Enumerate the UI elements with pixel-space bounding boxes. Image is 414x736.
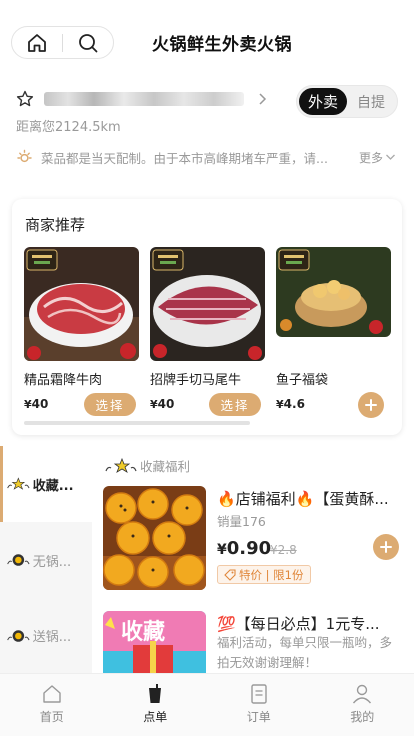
section-header: 收藏福利 — [104, 456, 190, 475]
select-button[interactable]: 选择 — [84, 393, 136, 416]
mode-delivery[interactable]: 外卖 — [299, 88, 347, 115]
delivery-mode-toggle: 外卖 自提 — [296, 85, 398, 118]
discount-tag: 特价 | 限1份 — [217, 565, 311, 584]
plus-icon — [365, 399, 377, 411]
sun-icon — [17, 149, 32, 162]
cup-icon — [149, 684, 162, 703]
mode-pickup[interactable]: 自提 — [347, 88, 395, 115]
recommend-item-name: 招牌手切马尾牛 — [150, 373, 242, 388]
order-icon — [251, 684, 267, 704]
notice-more-label: 更多 — [358, 150, 383, 165]
goods-sales: 销量176 — [217, 514, 266, 529]
notice-more-button[interactable]: 更多 — [359, 149, 396, 166]
goods-item[interactable]: 收藏 💯【每日必点】1元专... 福利活动，每单只限一瓶哟，多拍无效谢谢理解！ — [103, 611, 408, 673]
recommend-item[interactable]: 鱼子福袋 — [276, 247, 391, 388]
sparkle-icon — [7, 477, 30, 490]
category-label: 收藏... — [32, 478, 74, 494]
recommend-item-name: 精品霜降牛肉 — [24, 373, 103, 388]
search-button[interactable] — [63, 27, 113, 58]
chevron-right-icon — [259, 93, 267, 105]
goods-description: 福利活动，每单只限一瓶哟，多拍无效谢谢理解！ — [217, 635, 393, 670]
recommend-item-name: 鱼子福袋 — [276, 373, 329, 388]
pan-icon — [7, 554, 30, 566]
recommend-item-price: ¥40 — [150, 397, 175, 411]
goods-image-favorites-promo: 收藏 — [103, 611, 206, 673]
nav-capsule — [11, 26, 114, 59]
goods-original-price: ¥2.8 — [270, 543, 297, 557]
goods-price: ¥0.90 — [217, 538, 272, 559]
notice-text: 菜品都是当天配制。由于本市高峰期堵车严重，请... — [41, 150, 328, 166]
tab-label: 订单 — [246, 710, 271, 724]
sparkle-icon — [105, 457, 137, 473]
star-icon[interactable] — [16, 90, 34, 108]
goods-item[interactable]: 🔥店铺福利🔥【蛋黄酥... 销量176 ¥0.90 ¥2.8 特价 | 限1份 — [103, 486, 408, 596]
category-label: 无锅... — [32, 554, 72, 570]
tab-profile[interactable]: 我的 — [311, 674, 414, 736]
goods-title: 💯【每日必点】1元专... — [217, 615, 380, 633]
notice-bar[interactable]: 菜品都是当天配制。由于本市高峰期堵车严重，请... 更多 — [16, 146, 400, 168]
header: 火锅鲜生外卖火锅 — [0, 0, 414, 84]
tag-icon — [224, 568, 236, 581]
recommend-item-price: ¥4.6 — [276, 397, 305, 411]
tab-home[interactable]: 首页 — [0, 674, 104, 736]
goods-title: 🔥店铺福利🔥【蛋黄酥... — [217, 490, 389, 508]
home-button[interactable] — [12, 27, 62, 58]
recommend-item[interactable]: 精品霜降牛肉 — [24, 247, 139, 388]
svg-text:收藏: 收藏 — [121, 619, 165, 645]
goods-image-egg-yolk-pastry — [103, 486, 206, 590]
home-icon — [28, 33, 46, 52]
category-item-no-pot[interactable]: 无锅... — [0, 522, 92, 598]
search-icon — [79, 33, 98, 52]
tab-order-menu[interactable]: 点单 — [104, 674, 208, 736]
product-image-roe-pouch — [276, 247, 391, 337]
bottom-tab-bar: 首页 点单 订单 我的 — [0, 673, 414, 736]
product-image-beef — [24, 247, 139, 361]
recommend-scrollbar[interactable] — [24, 421, 250, 425]
category-sidebar: 收藏... 无锅... 送锅... — [0, 446, 92, 673]
home-icon — [43, 685, 61, 703]
store-distance: 距离您2124.5km — [16, 120, 121, 135]
store-name-row[interactable] — [16, 87, 286, 111]
recommend-item[interactable]: 招牌手切马尾牛 — [150, 247, 265, 388]
category-item-pot-delivery[interactable]: 送锅... — [0, 598, 92, 673]
section-title: 收藏福利 — [140, 459, 191, 474]
plus-icon — [380, 541, 392, 553]
category-item-favorites[interactable]: 收藏... — [0, 446, 92, 522]
tab-orders[interactable]: 订单 — [207, 674, 311, 736]
product-image-oxtail — [150, 247, 265, 361]
select-button[interactable]: 选择 — [209, 393, 261, 416]
page-title: 火锅鲜生外卖火锅 — [152, 35, 292, 55]
add-button[interactable] — [358, 392, 384, 418]
chevron-down-icon — [386, 154, 395, 160]
store-name-blurred — [44, 92, 244, 106]
recommend-item-price: ¥40 — [24, 397, 49, 411]
category-label: 送锅... — [32, 630, 72, 645]
tab-label: 我的 — [350, 710, 375, 724]
tab-label: 首页 — [39, 710, 64, 724]
user-icon — [353, 684, 372, 704]
recommend-title: 商家推荐 — [25, 216, 86, 234]
add-to-cart-button[interactable] — [373, 534, 399, 560]
tab-label: 点单 — [143, 710, 168, 724]
pan-icon — [7, 629, 30, 642]
merchant-recommend-card: 商家推荐 精品霜降牛肉 ¥40 选择 招牌手切马尾牛 ¥40 选择 鱼子福袋 ¥… — [12, 199, 402, 435]
